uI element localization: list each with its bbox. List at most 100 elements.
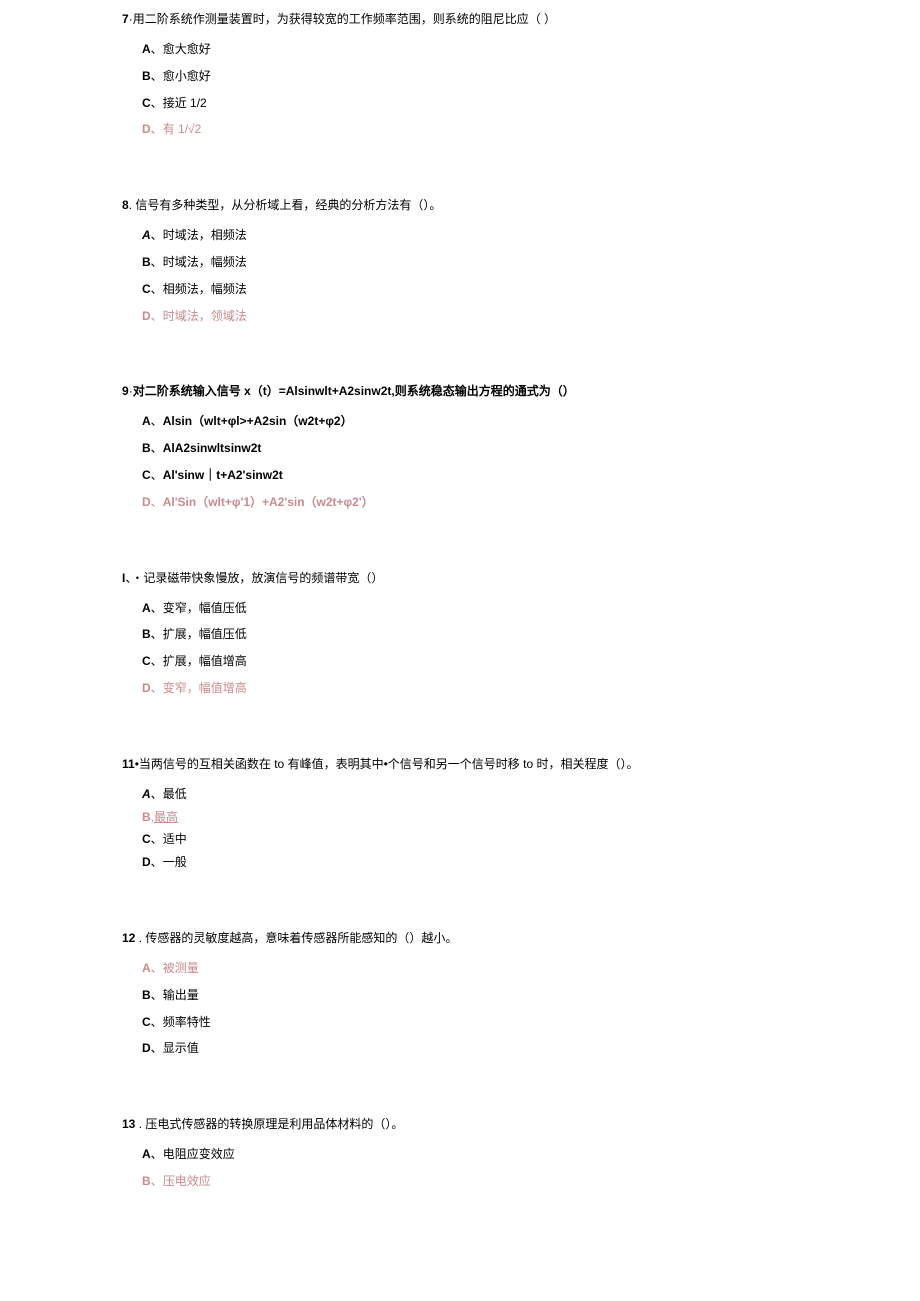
option: A、愈大愈好 — [142, 41, 920, 58]
option: B、愈小愈好 — [142, 68, 920, 85]
question-stem: 13 . 压电式传感器的转换原理是利用品体材料的（）。 — [122, 1115, 920, 1132]
option-label: C — [142, 654, 151, 668]
exam-content: 7·用二阶系统作测量装置时，为获得较宽的工作频率范围，则系统的阻尼比应（ ） A、… — [122, 10, 920, 1190]
option-label: B — [142, 627, 151, 641]
question: 9·对二阶系统输入信号 x（t）=Alsinwlt+A2sinw2t,则系统稳态… — [122, 382, 920, 510]
option: A、时域法，相频法 — [142, 227, 920, 244]
option: C、扩展，幅值增高 — [142, 653, 920, 670]
option: B、输出量 — [142, 987, 920, 1004]
option-label: B — [142, 255, 151, 269]
option-label: D — [142, 309, 151, 323]
option-text: 扩展，幅值增高 — [163, 654, 247, 668]
option-text: 变窄，幅值压低 — [163, 601, 247, 615]
option-text: 相频法，幅频法 — [163, 282, 247, 296]
question-stem: 11•当两信号的互相关函数在 to 有峰值，表明其中•个信号和另一个信号时移 t… — [122, 755, 920, 772]
option-text: 被测量 — [163, 961, 199, 975]
option-label: C — [142, 468, 151, 482]
option-label: D — [142, 1041, 151, 1055]
options: A、被测量 B、输出量 C、频率特性 D、显示值 — [142, 960, 920, 1057]
option-text: 电阻应变效应 — [163, 1147, 235, 1161]
question: I、・记录磁带快象慢放，放演信号的频谱带宽（） A、变窄，幅值压低 B、扩展，幅值压… — [122, 569, 920, 697]
option-label: C — [142, 96, 151, 110]
option: D、一般 — [142, 854, 920, 871]
option-answer: D、变窄，幅值增高 — [142, 680, 920, 697]
question-number: 12 — [122, 931, 135, 945]
option: A、最低 — [142, 786, 920, 803]
option: C、接近 1/2 — [142, 95, 920, 112]
option-label: A — [142, 228, 151, 242]
option-text: 频率特性 — [163, 1015, 211, 1029]
option-label: A — [142, 414, 151, 428]
option-label: D — [142, 681, 151, 695]
options: A、愈大愈好 B、愈小愈好 C、接近 1/2 D、有 1/√2 — [142, 41, 920, 138]
options: A、电阻应变效应 B、压电效应 — [142, 1146, 920, 1190]
option-text: 最高 — [154, 810, 178, 824]
option-answer: D、Al'Sin（wlt+φ'1）+A2'sin（w2t+φ2'） — [142, 494, 920, 511]
option-label: B — [142, 1174, 151, 1188]
question-number: 9 — [122, 384, 129, 398]
option: D、显示值 — [142, 1040, 920, 1057]
option-text: 时域法，领域法 — [163, 309, 247, 323]
option-text: Al'Sin（wlt+φ'1）+A2'sin（w2t+φ2'） — [163, 495, 374, 509]
question: 8. 信号有多种类型，从分析域上看，经典的分析方法有（）。 A、时域法，相频法 B、… — [122, 196, 920, 324]
option-text: 有 1/√2 — [163, 122, 202, 136]
option: B、时域法，幅频法 — [142, 254, 920, 271]
question-stem: I、・记录磁带快象慢放，放演信号的频谱带宽（） — [122, 569, 920, 586]
option: C、适中 — [142, 831, 920, 848]
option-text: 时域法，幅频法 — [163, 255, 247, 269]
option-answer: A、被测量 — [142, 960, 920, 977]
option-text: 扩展，幅值压低 — [163, 627, 247, 641]
question-number: 7 — [122, 12, 129, 26]
question-stem: 8. 信号有多种类型，从分析域上看，经典的分析方法有（）。 — [122, 196, 920, 213]
options: A、时域法，相频法 B、时域法，幅频法 C、相频法，幅频法 D、时域法，领域法 — [142, 227, 920, 324]
option-text: 显示值 — [163, 1041, 199, 1055]
option-label: B — [142, 69, 151, 83]
question: 13 . 压电式传感器的转换原理是利用品体材料的（）。 A、电阻应变效应 B、压电效… — [122, 1115, 920, 1190]
question-number: 13 — [122, 1117, 135, 1131]
option-text: Alsin（wlt+φl>+A2sin（w2t+φ2） — [163, 414, 353, 428]
option-label: B — [142, 810, 151, 824]
option: A、电阻应变效应 — [142, 1146, 920, 1163]
option-answer: D、有 1/√2 — [142, 121, 920, 138]
option-text: 愈大愈好 — [163, 42, 211, 56]
option-text: 适中 — [163, 832, 187, 846]
option-label: C — [142, 282, 151, 296]
option: C、Al'sinw｜t+A2'sinw2t — [142, 467, 920, 484]
option: B、扩展，幅值压低 — [142, 626, 920, 643]
question: 7·用二阶系统作测量装置时，为获得较宽的工作频率范围，则系统的阻尼比应（ ） A、… — [122, 10, 920, 138]
option-label: D — [142, 122, 151, 136]
question: 12 . 传感器的灵敏度越高，意味着传感器所能感知的（）越小。 A、被测量 B、输出… — [122, 929, 920, 1057]
question-number: 11 — [122, 757, 135, 771]
question-stem: 12 . 传感器的灵敏度越高，意味着传感器所能感知的（）越小。 — [122, 929, 920, 946]
option-label: D — [142, 855, 151, 869]
option-label: A — [142, 1147, 151, 1161]
option-label: D — [142, 495, 151, 509]
question-stem: 9·对二阶系统输入信号 x（t）=Alsinwlt+A2sinw2t,则系统稳态… — [122, 382, 920, 399]
option-label: B — [142, 441, 151, 455]
option-text: 接近 1/2 — [163, 96, 207, 110]
option-answer: D、时域法，领域法 — [142, 308, 920, 325]
option-text: 时域法，相频法 — [163, 228, 247, 242]
option-text: 变窄，幅值增高 — [163, 681, 247, 695]
options: A、最低 B,最高 C、适中 D、一般 — [142, 786, 920, 871]
option-label: A — [142, 961, 151, 975]
option-text: 压电效应 — [163, 1174, 211, 1188]
option-label: A — [142, 601, 151, 615]
question-stem: 7·用二阶系统作测量装置时，为获得较宽的工作频率范围，则系统的阻尼比应（ ） — [122, 10, 920, 27]
option-text: Al'sinw｜t+A2'sinw2t — [163, 468, 283, 482]
option: C、频率特性 — [142, 1014, 920, 1031]
option-answer: B、压电效应 — [142, 1173, 920, 1190]
option-label: A — [142, 787, 151, 801]
option: A、Alsin（wlt+φl>+A2sin（w2t+φ2） — [142, 413, 920, 430]
option: B、AlA2sinwltsinw2t — [142, 440, 920, 457]
option-answer: B,最高 — [142, 809, 920, 826]
option-label: B — [142, 988, 151, 1002]
question-number: 8 — [122, 198, 129, 212]
option-text: 一般 — [163, 855, 187, 869]
option-text: AlA2sinwltsinw2t — [163, 441, 262, 455]
option-label: C — [142, 832, 151, 846]
option: C、相频法，幅频法 — [142, 281, 920, 298]
question: 11•当两信号的互相关函数在 to 有峰值，表明其中•个信号和另一个信号时移 t… — [122, 755, 920, 871]
option: A、变窄，幅值压低 — [142, 600, 920, 617]
option-label: A — [142, 42, 151, 56]
